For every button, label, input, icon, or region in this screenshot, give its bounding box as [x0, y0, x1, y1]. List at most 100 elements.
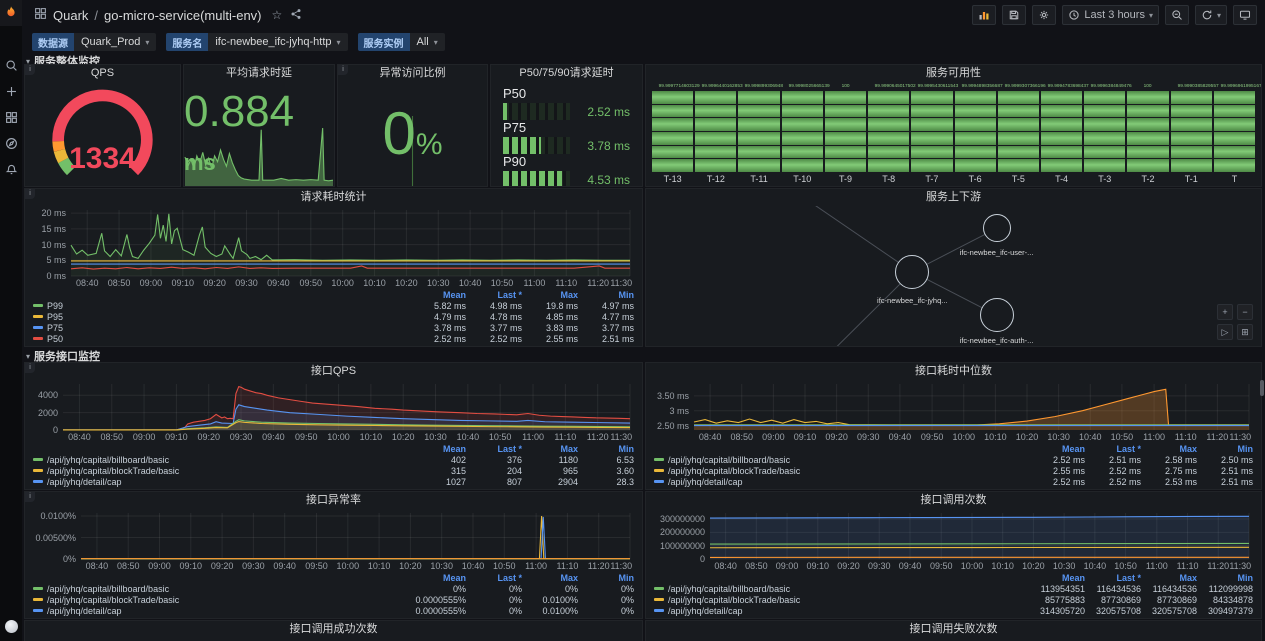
legend-series-name[interactable]: P99	[47, 301, 63, 311]
pan-icon[interactable]: ▷	[1217, 324, 1233, 340]
legend-column-header[interactable]: Max	[1141, 573, 1197, 583]
legend-series-name[interactable]: /api/jyhq/capital/billboard/basic	[47, 455, 169, 465]
api-median-chart[interactable]: 2.50 ms3 ms3.50 ms08:4008:5009:0009:1009…	[654, 380, 1253, 443]
legend-row: /api/jyhq/capital/blockTrade/basic2.55 m…	[654, 465, 1253, 476]
topology-node-upstream[interactable]	[983, 214, 1011, 242]
legend-series-name[interactable]: P75	[47, 323, 63, 333]
create-plus-icon[interactable]	[4, 84, 18, 98]
legend-column-header[interactable]: Min	[1197, 573, 1253, 583]
legend-column-header[interactable]: Min	[1197, 444, 1253, 454]
legend-series-name[interactable]: P50	[47, 334, 63, 344]
dashboard-settings-gear-icon[interactable]	[1032, 5, 1056, 25]
chart-plot-area[interactable]: 010000000020000000030000000008:4008:5009…	[710, 513, 1249, 559]
variable-service-name[interactable]: 服务名 ifc-newbee_ifc-jyhq-http▾	[166, 33, 347, 51]
legend-column-header[interactable]: Min	[578, 444, 634, 454]
panel-title[interactable]: 接口调用成功次数	[25, 621, 642, 638]
api-calls-chart[interactable]: 010000000020000000030000000008:4008:5009…	[654, 509, 1253, 572]
dashboards-icon[interactable]	[4, 110, 18, 124]
legend-column-header[interactable]: Max	[522, 444, 578, 454]
panel-title[interactable]: 异常访问比例	[338, 65, 487, 82]
legend-series-name[interactable]: /api/jyhq/detail/cap	[47, 477, 122, 487]
legend-column-header[interactable]: Mean	[410, 290, 466, 300]
legend-series-name[interactable]: /api/jyhq/capital/blockTrade/basic	[668, 466, 800, 476]
legend-column-header[interactable]: Min	[578, 290, 634, 300]
legend-series-name[interactable]: /api/jyhq/capital/billboard/basic	[668, 455, 790, 465]
panel-info-corner-icon[interactable]: i	[25, 65, 35, 75]
panel-title[interactable]: P50/75/90请求延时	[491, 65, 642, 82]
panel-title[interactable]: 请求耗时统计	[25, 189, 642, 206]
topology-node-downstream[interactable]	[980, 298, 1014, 332]
panel-title[interactable]: 接口QPS	[25, 363, 642, 380]
grafana-logo[interactable]	[0, 0, 22, 26]
x-axis-tick-label: 11:10	[1175, 432, 1197, 442]
star-icon[interactable]: ☆	[272, 8, 283, 22]
panel-info-corner-icon[interactable]: i	[25, 363, 35, 373]
zoom-out-time-icon[interactable]	[1165, 5, 1189, 25]
availability-cell	[911, 132, 952, 145]
api-error-chart[interactable]: 0%0.00500%0.0100%08:4008:5009:0009:1009:…	[33, 509, 634, 572]
legend-series-name[interactable]: /api/jyhq/capital/blockTrade/basic	[47, 595, 179, 605]
chart-plot-area[interactable]: 2.50 ms3 ms3.50 ms08:4008:5009:0009:1009…	[694, 384, 1249, 430]
panel-title[interactable]: 服务上下游	[646, 189, 1261, 206]
panel-title[interactable]: 平均请求时延	[184, 65, 334, 82]
explore-compass-icon[interactable]	[4, 136, 18, 150]
legend-column-header[interactable]: Max	[522, 573, 578, 583]
breadcrumb[interactable]: Quark / go-micro-service(multi-env) ☆	[34, 7, 302, 23]
legend-series-name[interactable]: /api/jyhq/detail/cap	[668, 606, 743, 616]
legend-series-name[interactable]: /api/jyhq/capital/billboard/basic	[47, 584, 169, 594]
chart-plot-area[interactable]: 0%0.00500%0.0100%08:4008:5009:0009:1009:…	[81, 513, 630, 559]
api-qps-chart[interactable]: 02000400008:4008:5009:0009:1009:2009:300…	[33, 380, 634, 443]
user-avatar[interactable]	[5, 620, 18, 633]
cycle-view-monitor-icon[interactable]	[1233, 5, 1257, 25]
latency-stats-chart[interactable]: 0 ms5 ms10 ms15 ms20 ms08:4008:5009:0009…	[33, 206, 634, 289]
panel-info-corner-icon[interactable]: i	[338, 65, 348, 75]
legend-column-header[interactable]: Last *	[466, 444, 522, 454]
legend-series-name[interactable]: /api/jyhq/capital/blockTrade/basic	[47, 466, 179, 476]
legend-column-header[interactable]: Mean	[1029, 573, 1085, 583]
legend-series-name[interactable]: /api/jyhq/capital/billboard/basic	[668, 584, 790, 594]
legend-column-header[interactable]: Min	[578, 573, 634, 583]
legend-series-name[interactable]: P95	[47, 312, 63, 322]
dashboard-title[interactable]: go-micro-service(multi-env)	[104, 8, 261, 23]
layout-grid-icon[interactable]: ⊞	[1237, 324, 1253, 340]
panel-title[interactable]: 接口调用次数	[646, 492, 1261, 509]
legend-column-header[interactable]: Mean	[410, 444, 466, 454]
panel-title[interactable]: 接口调用失败次数	[646, 621, 1261, 638]
legend-column-header[interactable]: Last *	[1085, 573, 1141, 583]
availability-column: 99.9990645017502T-8	[868, 82, 909, 184]
panel-info-corner-icon[interactable]: i	[25, 492, 35, 502]
percentile-led-fill	[503, 171, 562, 187]
panel-info-corner-icon[interactable]: i	[25, 189, 35, 199]
alerting-bell-icon[interactable]	[4, 162, 18, 176]
add-panel-icon[interactable]	[972, 5, 996, 25]
panel-title[interactable]: 接口耗时中位数	[646, 363, 1261, 380]
search-icon[interactable]	[4, 58, 18, 72]
availability-cell	[998, 132, 1039, 145]
legend-column-header[interactable]: Last *	[466, 573, 522, 583]
legend-column-header[interactable]: Last *	[1085, 444, 1141, 454]
zoom-in-icon[interactable]: +	[1217, 304, 1233, 320]
legend-column-header[interactable]: Max	[1141, 444, 1197, 454]
scrollbar-thumb[interactable]	[1260, 380, 1264, 396]
panel-title[interactable]: QPS	[25, 65, 180, 82]
save-dashboard-icon[interactable]	[1002, 5, 1026, 25]
legend-series-name[interactable]: /api/jyhq/detail/cap	[668, 477, 743, 487]
legend-column-header[interactable]: Mean	[410, 573, 466, 583]
variable-service-instance[interactable]: 服务实例 All▾	[358, 33, 445, 51]
panel-title[interactable]: 服务可用性	[646, 65, 1261, 82]
panel-title[interactable]: 接口异常率	[25, 492, 642, 509]
legend-column-header[interactable]: Max	[522, 290, 578, 300]
legend-series-name[interactable]: /api/jyhq/capital/blockTrade/basic	[668, 595, 800, 605]
time-range-picker[interactable]: Last 3 hours ▾	[1062, 5, 1159, 25]
share-icon[interactable]	[288, 8, 302, 23]
zoom-out-icon[interactable]: −	[1237, 304, 1253, 320]
breadcrumb-app[interactable]: Quark	[53, 8, 88, 23]
legend-column-header[interactable]: Last *	[466, 290, 522, 300]
legend-series-name[interactable]: /api/jyhq/detail/cap	[47, 606, 122, 616]
chart-plot-area[interactable]: 02000400008:4008:5009:0009:1009:2009:300…	[63, 384, 630, 430]
topology-node-center[interactable]	[895, 255, 929, 289]
chart-plot-area[interactable]: 0 ms5 ms10 ms15 ms20 ms08:4008:5009:0009…	[71, 210, 630, 276]
variable-datasource[interactable]: 数据源 Quark_Prod▾	[32, 33, 156, 51]
refresh-button[interactable]: ▾	[1195, 5, 1227, 25]
legend-column-header[interactable]: Mean	[1029, 444, 1085, 454]
